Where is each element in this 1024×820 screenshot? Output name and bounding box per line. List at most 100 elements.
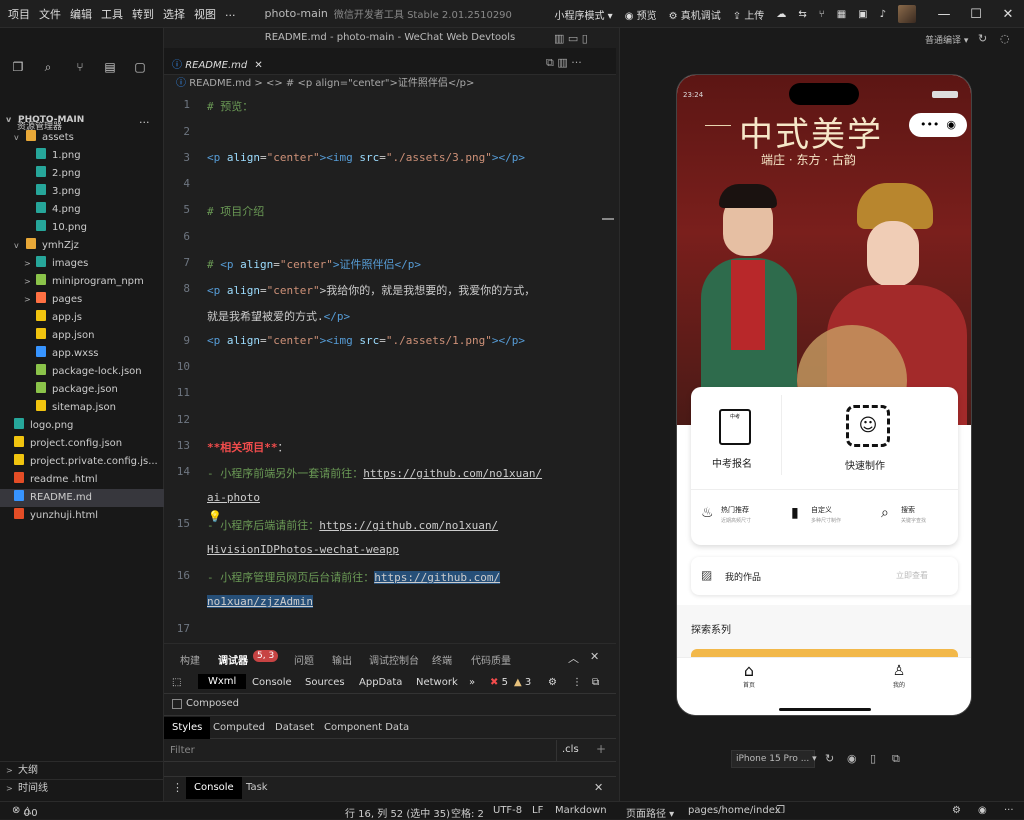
tree-item[interactable]: app.wxss: [0, 345, 164, 363]
tab-debugger[interactable]: 调试器: [218, 652, 248, 667]
dock-icon[interactable]: ⧉: [592, 677, 599, 688]
tree-item[interactable]: app.json: [0, 327, 164, 345]
code-link[interactable]: https://github.com/: [374, 571, 501, 584]
tab-debug-console[interactable]: 调试控制台: [369, 652, 419, 667]
tab-terminal[interactable]: 终端: [432, 652, 452, 667]
tab-sources[interactable]: Sources: [305, 677, 345, 688]
code-link[interactable]: ai-photo: [207, 491, 260, 504]
error-count-icon[interactable]: ✖ 5: [490, 677, 508, 688]
more-status-icon[interactable]: ···: [1004, 805, 1014, 816]
tab-output[interactable]: 输出: [332, 652, 352, 667]
bell-icon[interactable]: ♪: [880, 9, 886, 20]
lightbulb-icon[interactable]: 💡: [208, 510, 222, 523]
my-works-row[interactable]: ▨ 我的作品 立即查看: [691, 557, 958, 595]
nav-mine[interactable]: ♙ 我的: [879, 662, 919, 692]
tree-item[interactable]: 4.png: [0, 201, 164, 219]
drawer-tab-console[interactable]: Console: [186, 777, 242, 799]
tree-item[interactable]: > miniprogram_npm: [0, 273, 164, 291]
tree-item[interactable]: v ymhZjz: [0, 237, 164, 255]
source-control-icon[interactable]: ⑂: [72, 60, 88, 74]
add-rule-icon[interactable]: +: [596, 742, 606, 756]
zhongkao-button[interactable]: 中考 中考报名: [691, 387, 781, 483]
code-link[interactable]: HivisionIDPhotos-wechat-weapp: [207, 543, 399, 556]
tree-item[interactable]: project.config.json: [0, 435, 164, 453]
layout-icon[interactable]: ▦: [837, 9, 846, 20]
code-line-8-wrap[interactable]: 就是我希望被爱的方式.</p>: [207, 308, 350, 324]
mode-dropdown[interactable]: 小程序模式 ▾: [554, 7, 612, 22]
quick-make-button[interactable]: ☺ 快速制作: [782, 387, 958, 483]
tab-styles[interactable]: Styles: [164, 717, 211, 739]
indentation[interactable]: 空格: 2: [451, 805, 484, 820]
code-link[interactable]: https://github.com/no1xuan/: [319, 519, 498, 532]
composed-checkbox[interactable]: [172, 699, 182, 709]
code-line-16[interactable]: - 小程序管理员网页后台请前往：https://github.com/: [207, 569, 501, 585]
tree-item[interactable]: yunzhuji.html: [0, 507, 164, 525]
code-line-8[interactable]: <p align="center">我给你的，就是我想要的，我爱你的方式，: [207, 282, 535, 298]
tab-build[interactable]: 构建: [180, 652, 200, 667]
minimize-icon[interactable]: —: [928, 7, 960, 22]
upload-button[interactable]: ⇪ 上传: [733, 7, 765, 22]
capsule-dots-icon[interactable]: •••: [920, 118, 939, 131]
filter-input[interactable]: Filter: [170, 745, 195, 756]
problems-indicator[interactable]: ⊗ 0 △ 0: [12, 805, 38, 819]
eye-status-icon[interactable]: ◉: [978, 805, 987, 816]
settings-icon[interactable]: ⚙: [548, 677, 557, 688]
menu-tools[interactable]: 工具: [101, 6, 123, 22]
code-line-13[interactable]: **相关项目**：: [207, 439, 289, 455]
tree-item[interactable]: > images: [0, 255, 164, 273]
refresh-icon[interactable]: ↻: [978, 32, 987, 45]
outline-section[interactable]: > 大纲: [0, 761, 164, 779]
capsule-menu[interactable]: ••• ◉: [909, 113, 967, 137]
search-button[interactable]: ⌕ 搜索 关键字查找: [879, 503, 955, 533]
view-now-link[interactable]: 立即查看: [896, 570, 928, 581]
code-line-16-wrap[interactable]: no1xuan/zjzAdmin: [207, 595, 313, 608]
tree-item[interactable]: 1.png: [0, 147, 164, 165]
drawer-close-icon[interactable]: ✕: [594, 781, 603, 794]
cls-toggle[interactable]: .cls: [562, 744, 579, 755]
tree-item[interactable]: 2.png: [0, 165, 164, 183]
rotate-icon[interactable]: ↻: [825, 752, 834, 765]
phone-icon[interactable]: ▯: [870, 752, 876, 765]
cloud-icon[interactable]: ☁: [776, 9, 786, 20]
menu-goto[interactable]: 转到: [132, 6, 154, 22]
tab-network[interactable]: Network: [416, 677, 458, 688]
menu-view[interactable]: 视图: [194, 6, 216, 22]
code-link[interactable]: https://github.com/no1xuan/: [363, 467, 542, 480]
tab-problems[interactable]: 问题: [294, 652, 314, 667]
more-vert-icon[interactable]: ⋮: [572, 677, 582, 688]
tab-code-quality[interactable]: 代码质量: [471, 652, 511, 667]
window-icon[interactable]: ⧉: [892, 752, 900, 766]
real-debug-button[interactable]: ⚙ 真机调试: [669, 7, 721, 22]
tree-item[interactable]: README.md: [0, 489, 164, 507]
preview-button[interactable]: ◉ 预览: [625, 7, 657, 22]
files-icon[interactable]: ❐: [10, 60, 26, 74]
tab-component-data[interactable]: Component Data: [324, 722, 409, 733]
drawer-menu-icon[interactable]: ⋮: [172, 781, 183, 794]
tree-item[interactable]: readme .html: [0, 471, 164, 489]
code-line-9[interactable]: <p align="center"><img src="./assets/1.p…: [207, 334, 525, 347]
code-line-14[interactable]: - 小程序前端另外一套请前往：https://github.com/no1xua…: [207, 465, 542, 481]
branch-icon[interactable]: ⑂: [819, 9, 825, 20]
code-line-7[interactable]: # <p align="center">证件照伴侣</p>: [207, 256, 421, 272]
cursor-position[interactable]: 行 16, 列 52 (选中 35): [345, 805, 450, 820]
code-line-15-wrap[interactable]: HivisionIDPhotos-wechat-weapp: [207, 543, 399, 556]
close-panel-icon[interactable]: ✕: [590, 650, 599, 663]
tab-readme[interactable]: ⓘ README.md ✕: [172, 56, 263, 76]
menu-project[interactable]: 项目: [8, 6, 30, 22]
tree-item[interactable]: sitemap.json: [0, 399, 164, 417]
tree-item[interactable]: 10.png: [0, 219, 164, 237]
tree-item[interactable]: 3.png: [0, 183, 164, 201]
tree-root[interactable]: v PHOTO-MAIN: [0, 112, 164, 128]
tree-item[interactable]: logo.png: [0, 417, 164, 435]
record-icon[interactable]: ◉: [847, 752, 857, 765]
device-dropdown[interactable]: iPhone 15 Pro ... ▾: [731, 750, 817, 768]
encoding[interactable]: UTF-8: [493, 805, 522, 816]
capsule-close-icon[interactable]: ◉: [946, 118, 956, 131]
swap-icon[interactable]: ⇆: [798, 9, 806, 20]
more-tabs-icon[interactable]: »: [469, 677, 475, 688]
code-link[interactable]: no1xuan/zjzAdmin: [207, 595, 313, 608]
copy-icon[interactable]: ❐: [776, 805, 785, 816]
tab-wxml[interactable]: Wxml: [198, 674, 247, 689]
menu-edit[interactable]: 编辑: [70, 6, 92, 22]
warning-count-icon[interactable]: ▲ 3: [514, 677, 531, 688]
